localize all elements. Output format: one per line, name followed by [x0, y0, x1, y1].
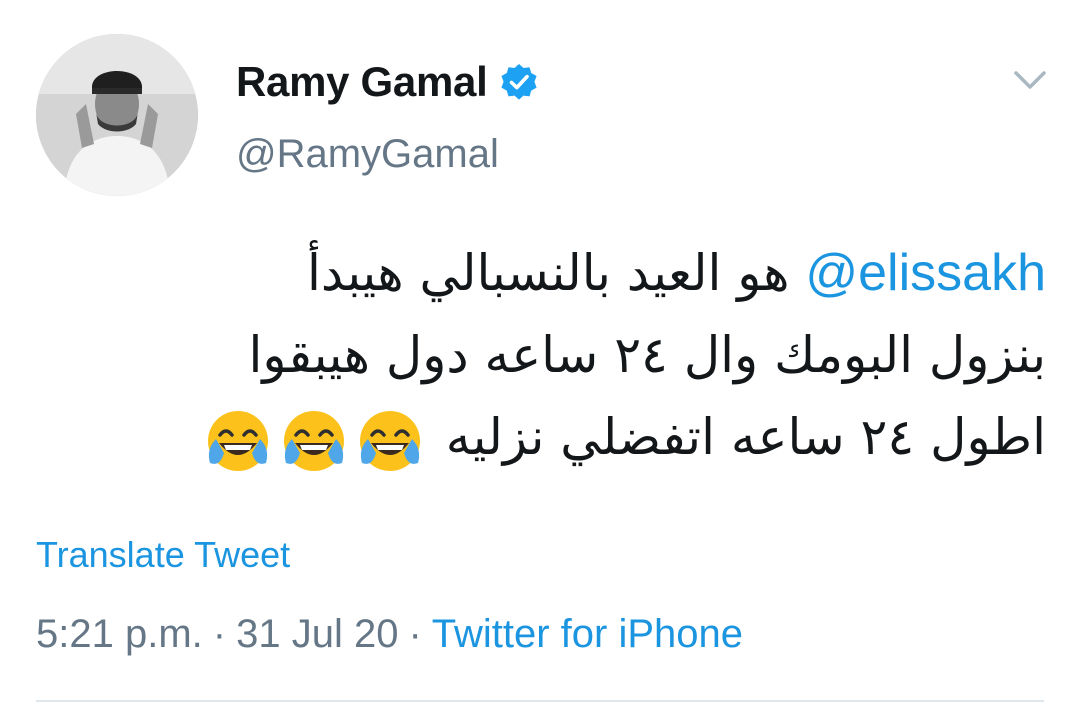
author-handle[interactable]: @RamyGamal [236, 132, 499, 177]
meta-separator: · [408, 612, 422, 656]
tweet-line-2: بنزول البومك وال ٢٤ ساعه دول هيبقوا [248, 326, 1046, 384]
face-with-tears-of-joy-icon [283, 410, 344, 471]
meta-separator: · [212, 612, 227, 656]
tweet-line-3: اطول ٢٤ ساعه اتفضلي نزليه [120, 396, 1046, 478]
tweet-source-link[interactable]: Twitter for iPhone [432, 612, 743, 657]
tweet-text: @elissakh هو العيد بالنسبالي هيبدأ بنزول… [120, 232, 1046, 478]
mention-link[interactable]: @elissakh [805, 232, 1046, 314]
author-display-name[interactable]: Ramy Gamal [236, 58, 488, 106]
tweet-date[interactable]: 31 Jul 20 [236, 612, 398, 657]
emoji-group [202, 408, 430, 471]
tweet-line-3-text: اطول ٢٤ ساعه اتفضلي نزليه [445, 408, 1046, 466]
avatar[interactable] [36, 34, 198, 196]
face-with-tears-of-joy-icon [359, 410, 420, 471]
face-with-tears-of-joy-icon [207, 410, 268, 471]
tweet-time[interactable]: 5:21 p.m. [36, 612, 203, 657]
tweet-line-1: @elissakh هو العيد بالنسبالي هيبدأ [120, 232, 1046, 314]
tweet-line-1-text: هو العيد بالنسبالي هيبدأ [306, 244, 790, 302]
author-name-row[interactable]: Ramy Gamal [236, 54, 539, 110]
translate-tweet-link[interactable]: Translate Tweet [36, 534, 290, 576]
divider [36, 700, 1044, 702]
avatar-photo [36, 34, 198, 196]
chevron-down-icon[interactable] [1010, 64, 1050, 96]
verified-badge-icon [499, 62, 539, 102]
tweet-meta: 5:21 p.m. · 31 Jul 20 · Twitter for iPho… [36, 612, 743, 657]
